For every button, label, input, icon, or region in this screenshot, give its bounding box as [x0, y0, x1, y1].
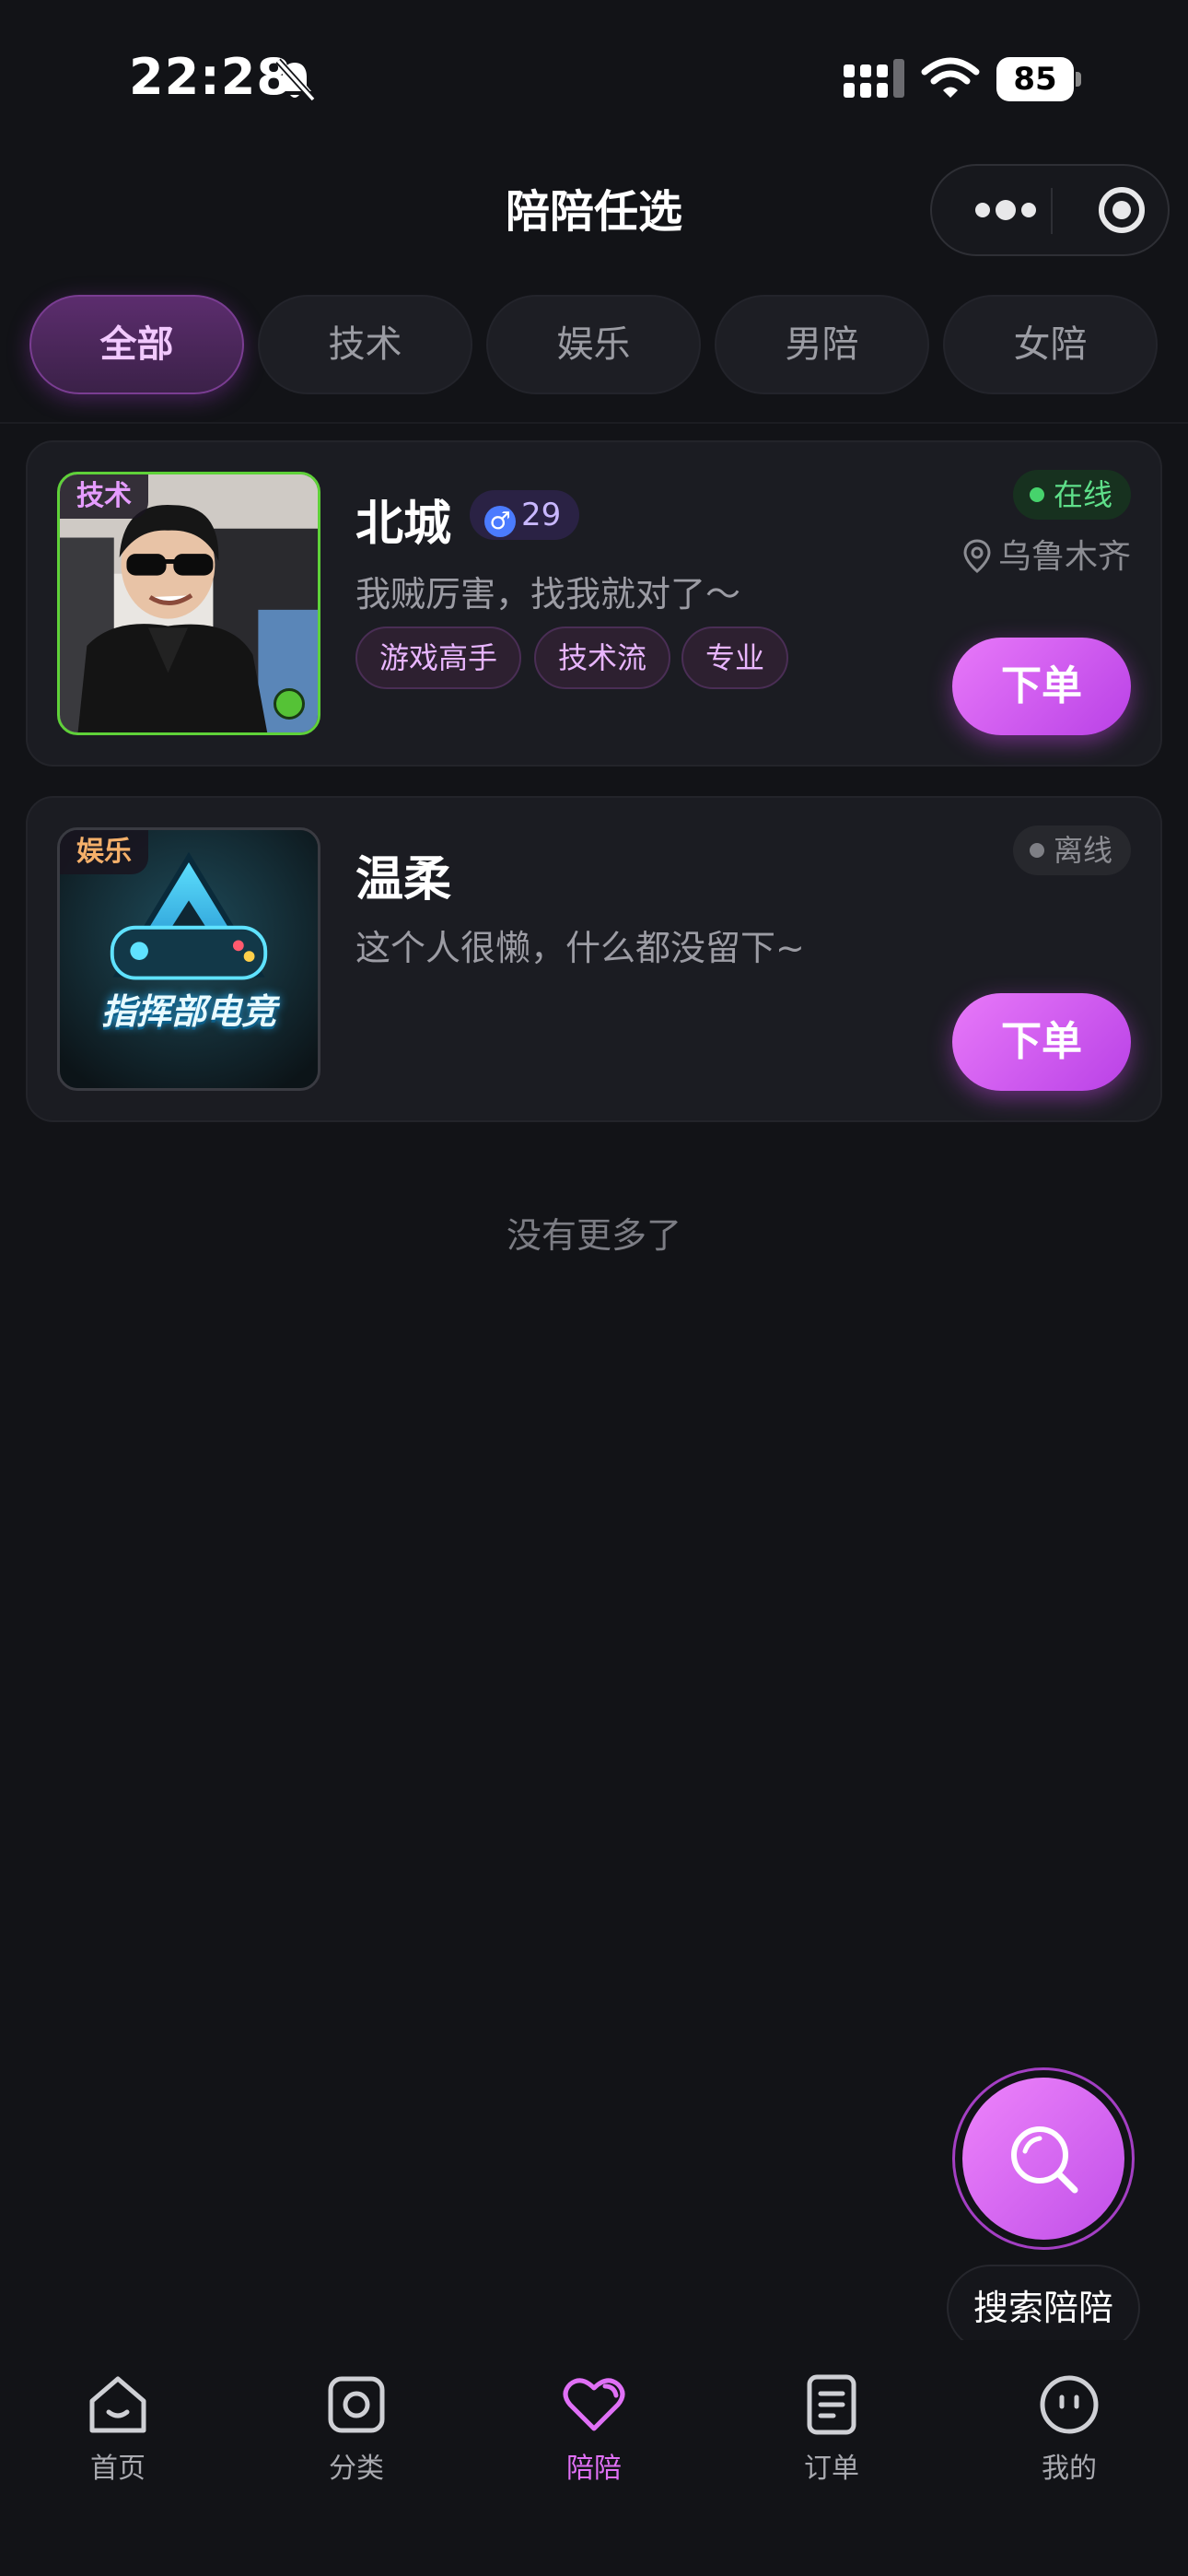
category-tag: 娱乐 [60, 830, 148, 874]
status-time: 22:28 [129, 48, 292, 106]
mini-program-capsule [930, 164, 1170, 256]
tabbar-item-category[interactable]: 分类 [297, 2370, 416, 2486]
status-badge: 离线 [1012, 825, 1131, 875]
category-tag: 技术 [60, 474, 148, 519]
age: 29 [521, 497, 562, 533]
tabs-divider [0, 422, 1188, 424]
tabbar-label: 陪陪 [566, 2453, 622, 2485]
tabbar-label: 订单 [804, 2453, 859, 2485]
companion-name: 温柔 [355, 852, 452, 907]
tabbar-label: 我的 [1042, 2453, 1097, 2485]
tabbar-item-profile[interactable]: 我的 [1009, 2370, 1129, 2486]
companion-bio: 这个人很懒，什么都没留下~ [355, 928, 805, 968]
search-companion-button[interactable]: 搜索陪陪 [947, 2265, 1140, 2351]
tab-tech[interactable]: 技术 [258, 295, 472, 394]
battery-level: 85 [1013, 61, 1057, 98]
online-indicator [274, 688, 305, 720]
male-icon: ♂ [484, 506, 516, 537]
tabbar-label: 分类 [329, 2453, 384, 2485]
end-of-list-text: 没有更多了 [506, 1215, 681, 1256]
profile-icon [1040, 2375, 1099, 2434]
status-text: 在线 [1053, 477, 1112, 512]
tabbar-label: 首页 [90, 2453, 146, 2485]
bottom-tab-bar: 首页 分类 陪陪 订单 我的 [0, 2340, 1188, 2576]
more-icon[interactable] [960, 166, 1052, 254]
avatar[interactable]: 指挥部电竞 娱乐 [57, 827, 320, 1091]
avatar-logo-text: 指挥部电竞 [100, 991, 276, 1032]
companion-card[interactable]: 指挥部电竞 娱乐 温柔 这个人很懒，什么都没留下~ 离线 下单 [26, 796, 1162, 1122]
tab-female[interactable]: 女陪 [943, 295, 1158, 394]
status-badge: 在线 [1012, 470, 1131, 520]
search-fab[interactable] [952, 2067, 1135, 2250]
heart-icon [563, 2378, 625, 2431]
order-icon [807, 2374, 856, 2435]
home-icon [89, 2376, 146, 2433]
tabbar-item-companion[interactable]: 陪陪 [534, 2370, 654, 2486]
status-bar: 22:28 85 [0, 0, 1188, 157]
status-text: 离线 [1053, 833, 1112, 868]
category-icon [328, 2376, 385, 2433]
avatar[interactable]: 技术 [57, 472, 320, 735]
location-pin-icon [963, 539, 991, 573]
filter-tabs: 全部 技术 娱乐 男陪 女陪 [29, 295, 1171, 396]
tab-all[interactable]: 全部 [29, 295, 244, 394]
battery-indicator: 85 [996, 57, 1081, 101]
tabbar-item-home[interactable]: 首页 [58, 2370, 178, 2486]
wifi-icon [921, 57, 980, 98]
skill-tag: 专业 [681, 626, 789, 689]
tab-entertainment[interactable]: 娱乐 [486, 295, 701, 394]
search-icon [1011, 2126, 1078, 2194]
location-text: 乌鲁木齐 [997, 538, 1131, 576]
location: 乌鲁木齐 [961, 534, 1131, 580]
close-capsule-icon[interactable] [1079, 166, 1171, 254]
gender-age-badge: ♂ 29 [470, 490, 580, 540]
bell-muted-icon [275, 58, 316, 102]
cellular-signal-icon [844, 59, 904, 98]
skill-tag: 技术流 [534, 626, 671, 689]
tab-male[interactable]: 男陪 [715, 295, 929, 394]
order-button[interactable]: 下单 [952, 638, 1131, 735]
order-button[interactable]: 下单 [952, 993, 1131, 1091]
skill-tag: 游戏高手 [355, 626, 522, 689]
companion-card[interactable]: 技术 北城 ♂ 29 我贼厉害，找我就对了～ 游戏高手 技术流 专业 在线 乌鲁木… [26, 440, 1162, 767]
companion-name: 北城 [355, 497, 452, 552]
tabbar-item-orders[interactable]: 订单 [772, 2370, 891, 2486]
companion-bio: 我贼厉害，找我就对了～ [355, 574, 741, 615]
